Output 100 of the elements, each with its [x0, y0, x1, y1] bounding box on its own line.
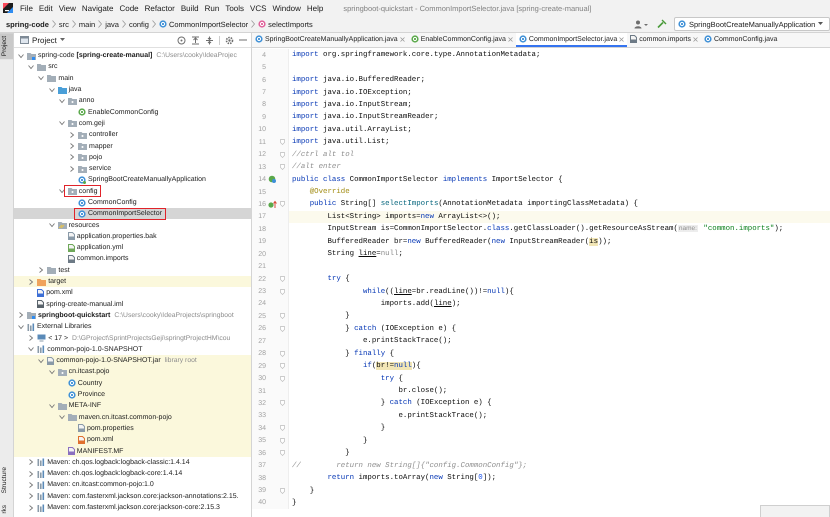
- monitor-icon: [37, 334, 46, 342]
- hammer-icon[interactable]: [657, 19, 667, 29]
- folder-icon: [27, 52, 36, 60]
- expand-all-icon[interactable]: [205, 36, 214, 44]
- library-icon: [37, 480, 46, 489]
- package-icon: [68, 96, 77, 105]
- menu-item[interactable]: Run: [204, 4, 220, 12]
- package-icon: [78, 153, 87, 162]
- annotation-frame: [64, 185, 102, 198]
- chevron-icon[interactable]: [28, 504, 34, 511]
- menu-item[interactable]: VCS: [250, 4, 266, 12]
- chevron-icon[interactable]: [28, 346, 34, 352]
- fold-marker-icon[interactable]: [280, 425, 284, 432]
- fold-marker-icon[interactable]: [280, 152, 284, 158]
- chevron-icon[interactable]: [18, 312, 24, 318]
- fold-marker-icon[interactable]: [280, 376, 284, 382]
- menu-item[interactable]: View: [58, 4, 76, 12]
- fold-marker-icon[interactable]: [280, 139, 284, 146]
- fold-marker-icon[interactable]: [280, 488, 284, 494]
- package-icon: [58, 368, 67, 376]
- fold-marker-icon[interactable]: [280, 288, 284, 295]
- collapse-all-icon[interactable]: [191, 36, 200, 44]
- implemented-marker-icon[interactable]: [268, 175, 276, 184]
- chevron-icon[interactable]: [48, 86, 55, 93]
- user-icon[interactable]: [634, 20, 648, 28]
- chevron-icon[interactable]: [48, 402, 55, 409]
- fold-marker-icon[interactable]: [280, 350, 284, 357]
- chevron-icon[interactable]: [69, 143, 75, 150]
- close-icon[interactable]: [508, 36, 513, 42]
- chevron-icon[interactable]: [58, 188, 65, 194]
- settings-icon[interactable]: [225, 36, 234, 44]
- chevron-icon[interactable]: [69, 166, 75, 172]
- chevron-icon: [72, 20, 76, 28]
- chevron-icon: [122, 20, 126, 28]
- file-icon: [68, 254, 75, 263]
- fold-marker-icon[interactable]: [280, 164, 284, 170]
- chevron-icon[interactable]: [18, 324, 24, 330]
- fold-marker-icon[interactable]: [280, 326, 284, 332]
- chevron-icon: [152, 20, 156, 28]
- chevron-icon[interactable]: [38, 358, 44, 364]
- crosshair-icon[interactable]: [177, 36, 186, 44]
- file-icon: [68, 244, 75, 252]
- chevron-icon[interactable]: [28, 64, 34, 70]
- method-icon: [258, 20, 266, 28]
- chevron-icon[interactable]: [28, 459, 34, 466]
- window-icon: [20, 36, 29, 44]
- chevron-icon[interactable]: [58, 120, 65, 126]
- library-icon: [27, 322, 35, 331]
- package-icon: [78, 164, 87, 173]
- chevron-icon[interactable]: [48, 368, 55, 375]
- chevron-icon[interactable]: [58, 98, 65, 104]
- menu-item[interactable]: Navigate: [82, 4, 114, 12]
- annotation-icon: [78, 108, 86, 116]
- chevron-icon: [251, 20, 256, 28]
- file-icon: [68, 232, 75, 240]
- folder-icon: [27, 311, 36, 320]
- caret-icon: [60, 38, 65, 42]
- menu-item[interactable]: Code: [119, 4, 139, 12]
- file-icon: [37, 288, 44, 297]
- chevron-icon[interactable]: [28, 278, 34, 285]
- fold-marker-icon[interactable]: [280, 276, 284, 282]
- fold-marker-icon[interactable]: [280, 363, 284, 370]
- class-icon: [158, 20, 167, 28]
- menu-item[interactable]: Refactor: [144, 4, 175, 12]
- menu-item[interactable]: Build: [180, 4, 199, 12]
- class-icon: [678, 20, 686, 28]
- menu-item[interactable]: Edit: [38, 4, 53, 12]
- menu-item[interactable]: Tools: [225, 4, 244, 12]
- fold-marker-icon[interactable]: [280, 450, 284, 456]
- chevron-icon[interactable]: [18, 52, 24, 59]
- close-icon[interactable]: [619, 36, 624, 42]
- close-icon[interactable]: [692, 36, 698, 42]
- project-view-dropdown[interactable]: Project: [20, 36, 65, 44]
- file-icon: [37, 300, 44, 308]
- menu-item[interactable]: Window: [272, 4, 301, 12]
- menu-item[interactable]: Help: [306, 4, 324, 12]
- chevron-icon[interactable]: [58, 414, 65, 420]
- chevron-icon[interactable]: [38, 267, 44, 274]
- chevron-icon[interactable]: [48, 222, 55, 228]
- fold-marker-icon[interactable]: [280, 400, 284, 406]
- menu-item[interactable]: File: [20, 4, 33, 12]
- file-icon: [78, 436, 85, 444]
- package-icon: [78, 142, 87, 150]
- chevron-icon[interactable]: [69, 132, 75, 138]
- chevron-icon[interactable]: [28, 482, 34, 488]
- notification-popup: [760, 505, 830, 517]
- close-icon[interactable]: [400, 36, 405, 42]
- class-icon: [78, 176, 86, 184]
- fold-marker-icon[interactable]: [280, 313, 284, 320]
- fold-marker-icon[interactable]: [280, 201, 284, 208]
- chevron-icon[interactable]: [38, 75, 44, 82]
- file-icon: [47, 356, 54, 365]
- override-marker-icon[interactable]: [268, 200, 276, 209]
- library-icon: [37, 470, 46, 478]
- chevron-icon[interactable]: [28, 335, 34, 342]
- chevron-icon[interactable]: [28, 493, 34, 500]
- chevron-icon[interactable]: [69, 154, 75, 160]
- fold-marker-icon[interactable]: [280, 438, 284, 444]
- chevron-icon[interactable]: [28, 470, 34, 477]
- chevron-icon: [52, 20, 56, 28]
